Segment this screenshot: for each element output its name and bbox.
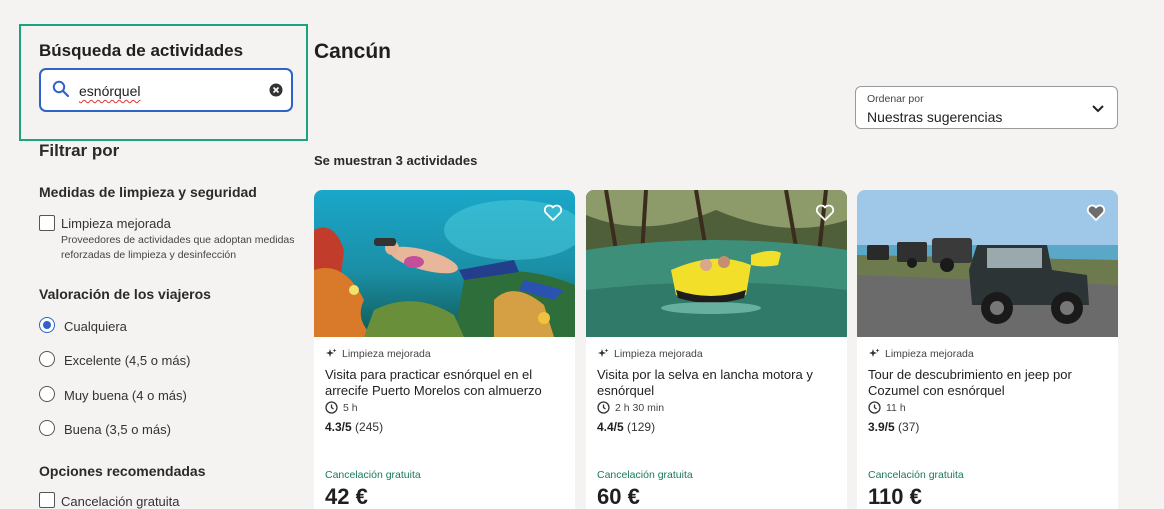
review-count: (245) — [355, 420, 384, 434]
cleaning-section-title: Medidas de limpieza y seguridad — [39, 184, 257, 200]
activity-title[interactable]: Tour de descubrimiento en jeep por Cozum… — [868, 367, 1108, 399]
cleaning-badge: Limpieza mejorada — [325, 348, 431, 360]
clear-icon[interactable] — [269, 83, 283, 97]
search-icon — [52, 80, 70, 98]
free-cancellation-checkbox[interactable] — [39, 492, 55, 508]
sort-value: Nuestras sugerencias — [867, 109, 1003, 125]
rating-label-any[interactable]: Cualquiera — [64, 319, 127, 334]
activity-card[interactable]: Limpieza mejorada Visita para practicar … — [314, 190, 575, 509]
heart-icon[interactable] — [543, 204, 563, 222]
clock-icon — [325, 401, 338, 414]
badge-label: Limpieza mejorada — [614, 348, 703, 360]
activity-title[interactable]: Visita para practicar esnórquel en el ar… — [325, 367, 565, 399]
enhanced-cleaning-checkbox[interactable] — [39, 215, 55, 231]
result-count: Se muestran 3 actividades — [314, 153, 478, 168]
search-input[interactable]: esnórquel — [39, 68, 293, 112]
rating-radio-very-good[interactable] — [39, 386, 55, 402]
review-count: (37) — [898, 420, 920, 434]
activity-title[interactable]: Visita por la selva en lancha motora y e… — [597, 367, 837, 399]
activity-duration: 2 h 30 min — [597, 401, 664, 414]
activity-rating: 4.4/5 (129) — [597, 420, 655, 434]
activity-search-panel: Búsqueda de actividades esnórquel — [19, 24, 308, 141]
cleaning-badge: Limpieza mejorada — [868, 348, 974, 360]
rating-radio-any[interactable] — [39, 317, 55, 333]
free-cancellation-note: Cancelación gratuita — [868, 469, 964, 481]
recommended-section-title: Opciones recomendadas — [39, 463, 206, 479]
chevron-down-icon — [1092, 105, 1104, 113]
sparkle-icon — [326, 348, 337, 357]
cleaning-badge: Limpieza mejorada — [597, 348, 703, 360]
rating-value: 4.4/5 — [597, 420, 624, 434]
activity-duration: 11 h — [868, 401, 906, 414]
activity-duration: 5 h — [325, 401, 358, 414]
activity-card[interactable]: Limpieza mejorada Visita por la selva en… — [586, 190, 847, 509]
rating-value: 4.3/5 — [325, 420, 352, 434]
activity-photo-snorkel[interactable] — [314, 190, 575, 337]
duration-label: 5 h — [343, 401, 358, 414]
heart-icon[interactable] — [815, 204, 835, 222]
rating-radio-excellent[interactable] — [39, 351, 55, 367]
activity-card[interactable]: Limpieza mejorada Tour de descubrimiento… — [857, 190, 1118, 509]
sort-dropdown[interactable]: Ordenar por Nuestras sugerencias — [855, 86, 1118, 129]
heart-icon[interactable] — [1086, 204, 1106, 222]
sidebar: Búsqueda de actividades esnórquel Filtra… — [0, 0, 308, 509]
activity-rating: 3.9/5 (37) — [868, 420, 919, 434]
sparkle-icon — [598, 348, 609, 357]
rating-value: 3.9/5 — [868, 420, 895, 434]
activity-price: 42 € — [325, 484, 368, 509]
rating-label-very-good[interactable]: Muy buena (4 o más) — [64, 388, 187, 403]
free-cancellation-note: Cancelación gratuita — [597, 469, 693, 481]
activity-photo-jeep[interactable] — [857, 190, 1118, 337]
review-count: (129) — [627, 420, 656, 434]
duration-label: 2 h 30 min — [615, 401, 665, 414]
enhanced-cleaning-description: Proveedores de actividades que adoptan m… — [61, 234, 295, 261]
badge-label: Limpieza mejorada — [885, 348, 974, 360]
free-cancellation-label[interactable]: Cancelación gratuita — [61, 494, 180, 509]
rating-label-good[interactable]: Buena (3,5 o más) — [64, 422, 171, 437]
enhanced-cleaning-label[interactable]: Limpieza mejorada — [61, 216, 171, 231]
activity-price: 60 € — [597, 484, 640, 509]
activity-price: 110 € — [868, 484, 922, 509]
search-title: Búsqueda de actividades — [39, 41, 244, 60]
search-value[interactable]: esnórquel — [79, 83, 141, 99]
rating-section-title: Valoración de los viajeros — [39, 286, 211, 302]
sort-label: Ordenar por — [867, 93, 924, 105]
sparkle-icon — [869, 348, 880, 357]
filter-title: Filtrar por — [39, 141, 120, 160]
activity-rating: 4.3/5 (245) — [325, 420, 383, 434]
clock-icon — [597, 401, 610, 414]
rating-label-excellent[interactable]: Excelente (4,5 o más) — [64, 353, 190, 368]
clock-icon — [868, 401, 881, 414]
duration-label: 11 h — [886, 401, 906, 414]
page-title: Cancún — [314, 40, 392, 63]
rating-radio-good[interactable] — [39, 420, 55, 436]
free-cancellation-note: Cancelación gratuita — [325, 469, 421, 481]
activity-photo-speedboat[interactable] — [586, 190, 847, 337]
badge-label: Limpieza mejorada — [342, 348, 431, 360]
